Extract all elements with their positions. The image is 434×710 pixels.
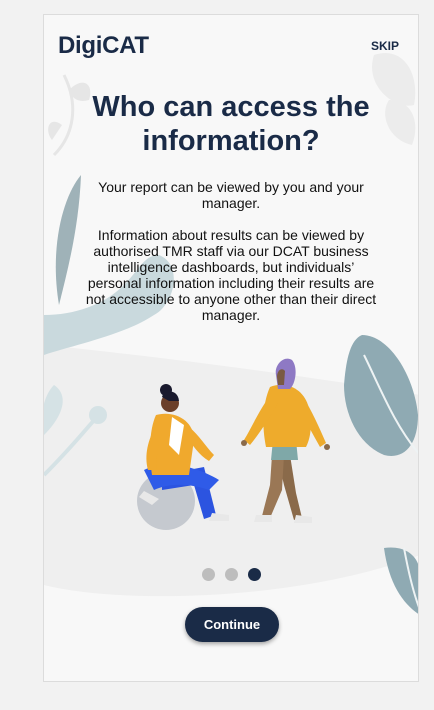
onboarding-card: DigiCAT SKIP Who can access the informat… xyxy=(43,14,419,682)
page-dot-1[interactable] xyxy=(201,568,215,581)
pagination-dots xyxy=(44,568,418,581)
skip-button[interactable]: SKIP xyxy=(371,39,399,53)
app-logo: DigiCAT xyxy=(58,32,149,59)
description-paragraph: Information about results can be viewed … xyxy=(85,227,377,323)
page-dot-2[interactable] xyxy=(224,568,238,581)
description-paragraph: Your report can be viewed by you and you… xyxy=(98,179,364,211)
continue-button[interactable]: Continue xyxy=(185,607,279,642)
description: Your report can be viewed by you and you… xyxy=(84,179,378,339)
page-dot-3-active[interactable] xyxy=(247,568,261,581)
page-title: Who can access the information? xyxy=(92,91,370,157)
